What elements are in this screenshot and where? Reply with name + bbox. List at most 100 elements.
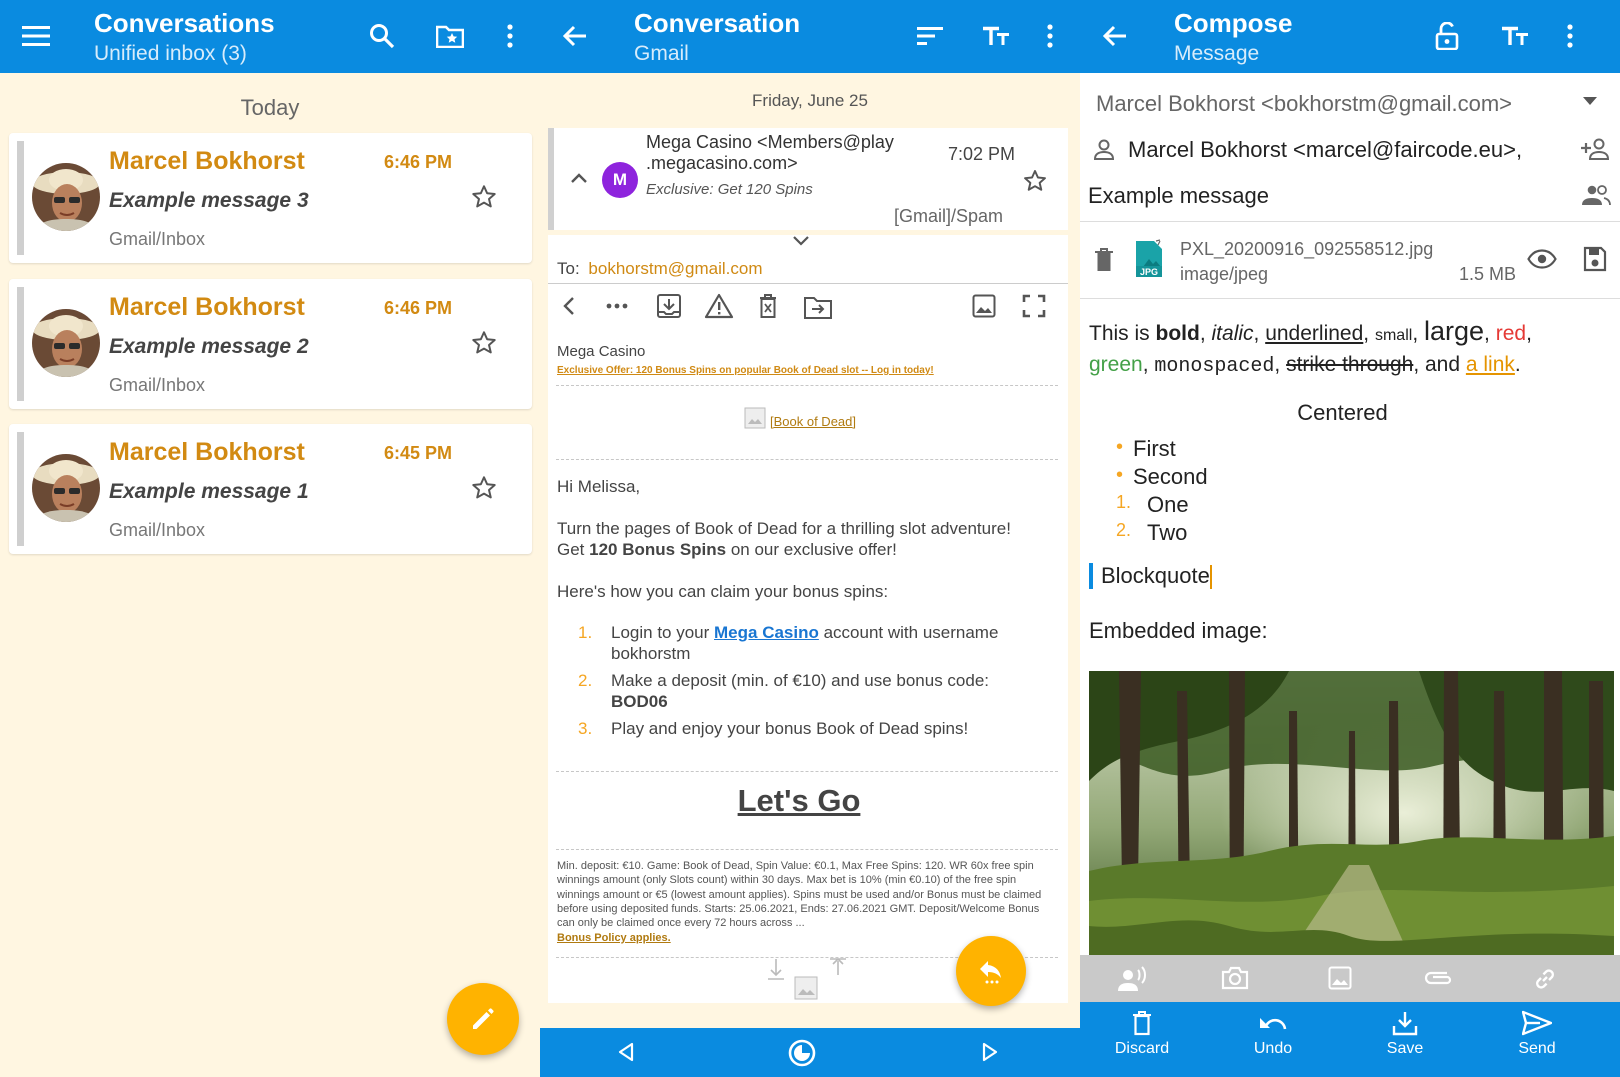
lets-go-button[interactable]: Let's Go xyxy=(548,783,1050,819)
unread-bar xyxy=(17,287,24,401)
next-icon[interactable] xyxy=(982,1042,998,1062)
more-vert-icon[interactable] xyxy=(1550,16,1590,56)
search-icon[interactable] xyxy=(362,16,402,56)
download-icon xyxy=(1392,1012,1418,1036)
more-horiz-icon[interactable] xyxy=(606,303,628,309)
delete-icon xyxy=(1133,1011,1151,1036)
star-outline-icon[interactable] xyxy=(1022,168,1048,194)
prev-icon[interactable] xyxy=(618,1042,634,1062)
centered-text: Centered xyxy=(1297,400,1388,425)
camera-icon[interactable] xyxy=(1221,966,1249,990)
jpg-file-icon: JPG xyxy=(1134,239,1164,279)
person-icon xyxy=(1092,137,1116,161)
text-size-icon[interactable] xyxy=(1494,16,1534,56)
page-title: Conversations xyxy=(94,8,275,38)
compose-fab[interactable] xyxy=(447,983,519,1055)
send-button[interactable]: Send xyxy=(1492,1010,1582,1058)
back-arrow-icon[interactable] xyxy=(1095,16,1135,56)
recipient-row: To: bokhorstm@gmail.com xyxy=(557,259,763,278)
mega-casino-link[interactable]: Mega Casino xyxy=(714,623,819,642)
message-card[interactable]: Marcel Bokhorst 6:45 PM Example message 1 G… xyxy=(9,424,532,554)
sender-name: Marcel Bokhorst xyxy=(109,147,305,175)
discard-button[interactable]: Discard xyxy=(1097,1010,1187,1058)
text-size-icon[interactable] xyxy=(975,16,1015,56)
rich-text-paragraph[interactable]: This is bold, italic, underlined, small,… xyxy=(1089,317,1614,381)
book-of-dead-image[interactable]: [Book of Dead] xyxy=(744,407,856,429)
folder-star-icon[interactable] xyxy=(430,16,470,56)
message-folder: [Gmail]/Spam xyxy=(894,206,1004,226)
undo-button[interactable]: Undo xyxy=(1228,1010,1318,1058)
avatar xyxy=(32,454,100,522)
message-folder: Gmail/Inbox xyxy=(109,375,206,395)
message-time: 6:46 PM xyxy=(384,152,453,172)
reply-fab[interactable] xyxy=(956,936,1026,1006)
image-icon[interactable] xyxy=(972,294,996,318)
step-item: 1. Login to your Mega Casino account with… xyxy=(578,623,999,663)
step-item: 3. Play and enjoy your bonus Book of Dead… xyxy=(578,719,969,738)
fullscreen-icon[interactable] xyxy=(1022,294,1046,318)
link-icon[interactable] xyxy=(1532,966,1558,992)
paragraph-1: Turn the pages of Book of Dead for a thr… xyxy=(557,519,1011,538)
numbered-item: 2. Two xyxy=(1116,520,1188,545)
greeting: Hi Melissa, xyxy=(557,477,641,496)
image-placeholder-icon xyxy=(762,955,846,1003)
blockquote: Blockquote xyxy=(1089,563,1212,590)
to-field[interactable]: Marcel Bokhorst <marcel@faircode.eu>, xyxy=(1128,137,1522,163)
star-outline-icon[interactable] xyxy=(470,329,498,357)
sort-icon[interactable] xyxy=(910,16,950,56)
from-field[interactable]: Marcel Bokhorst <bokhorstm@gmail.com> xyxy=(1096,91,1512,117)
report-spam-icon[interactable] xyxy=(704,293,734,319)
chevron-up-icon[interactable] xyxy=(570,172,588,184)
conversation-appbar: Conversation Gmail xyxy=(540,0,1080,73)
star-outline-icon[interactable] xyxy=(470,183,498,211)
chevron-down-icon[interactable] xyxy=(1583,97,1597,105)
message-subject: Example message 1 xyxy=(109,480,309,503)
message-card[interactable]: Marcel Bokhorst 6:46 PM Example message 2 G… xyxy=(9,279,532,409)
attach-icon[interactable] xyxy=(1423,969,1455,987)
message-card[interactable]: Marcel Bokhorst 6:46 PM Example message 3 G… xyxy=(9,133,532,263)
promo-link[interactable]: Exclusive Offer: 120 Bonus Spins on popu… xyxy=(557,365,934,376)
subject-field[interactable]: Example message xyxy=(1088,183,1269,209)
delete-icon[interactable] xyxy=(1094,247,1114,273)
date-header: Friday, June 25 xyxy=(752,91,868,110)
message-subject: Example message 3 xyxy=(109,189,309,212)
save-icon[interactable] xyxy=(1583,246,1607,272)
page-subtitle: Unified inbox (3) xyxy=(94,42,247,65)
message-time: 7:02 PM xyxy=(948,144,1016,164)
menu-icon[interactable] xyxy=(16,16,56,56)
message-time: 6:45 PM xyxy=(384,443,453,463)
home-icon[interactable] xyxy=(788,1039,816,1067)
back-arrow-icon[interactable] xyxy=(555,16,595,56)
message-folder: Gmail/Inbox xyxy=(109,520,206,540)
people-icon[interactable] xyxy=(1581,184,1611,206)
send-icon xyxy=(1522,1010,1552,1036)
star-outline-icon[interactable] xyxy=(470,474,498,502)
conversation-list-panel: Today Marcel Bokhorst 6:46 PM Example mess… xyxy=(0,73,540,1077)
expand-more-icon[interactable] xyxy=(792,235,810,247)
move-icon[interactable] xyxy=(804,295,832,319)
save-button[interactable]: Save xyxy=(1360,1010,1450,1058)
more-vert-icon[interactable] xyxy=(1030,16,1070,56)
avatar xyxy=(32,163,100,231)
bonus-policy-link[interactable]: Bonus Policy applies. xyxy=(557,932,671,944)
bullet-item: • Second xyxy=(1116,464,1208,489)
page-title: Conversation xyxy=(634,8,801,38)
sender-name: Marcel Bokhorst xyxy=(109,438,305,466)
svg-text:JPG: JPG xyxy=(1140,267,1158,277)
more-vert-icon[interactable] xyxy=(490,16,530,56)
image-icon[interactable] xyxy=(1328,966,1352,990)
archive-icon[interactable] xyxy=(656,293,682,319)
message-snippet: Exclusive: Get 120 Spins xyxy=(646,181,813,198)
bottom-navigation xyxy=(540,1028,1080,1077)
avatar: M xyxy=(602,162,638,198)
voice-icon[interactable] xyxy=(1118,966,1148,992)
compose-toolbar xyxy=(1080,955,1620,1002)
page-subtitle: Gmail xyxy=(634,42,689,65)
unread-bar xyxy=(17,141,24,255)
message-header[interactable]: M Mega Casino <Members@play .megacasino.… xyxy=(548,128,1068,230)
nav-back-icon[interactable] xyxy=(562,295,576,317)
lock-open-icon[interactable] xyxy=(1427,16,1467,56)
add-person-icon[interactable] xyxy=(1581,137,1611,161)
eye-icon[interactable] xyxy=(1527,249,1557,269)
delete-icon[interactable] xyxy=(758,293,778,319)
